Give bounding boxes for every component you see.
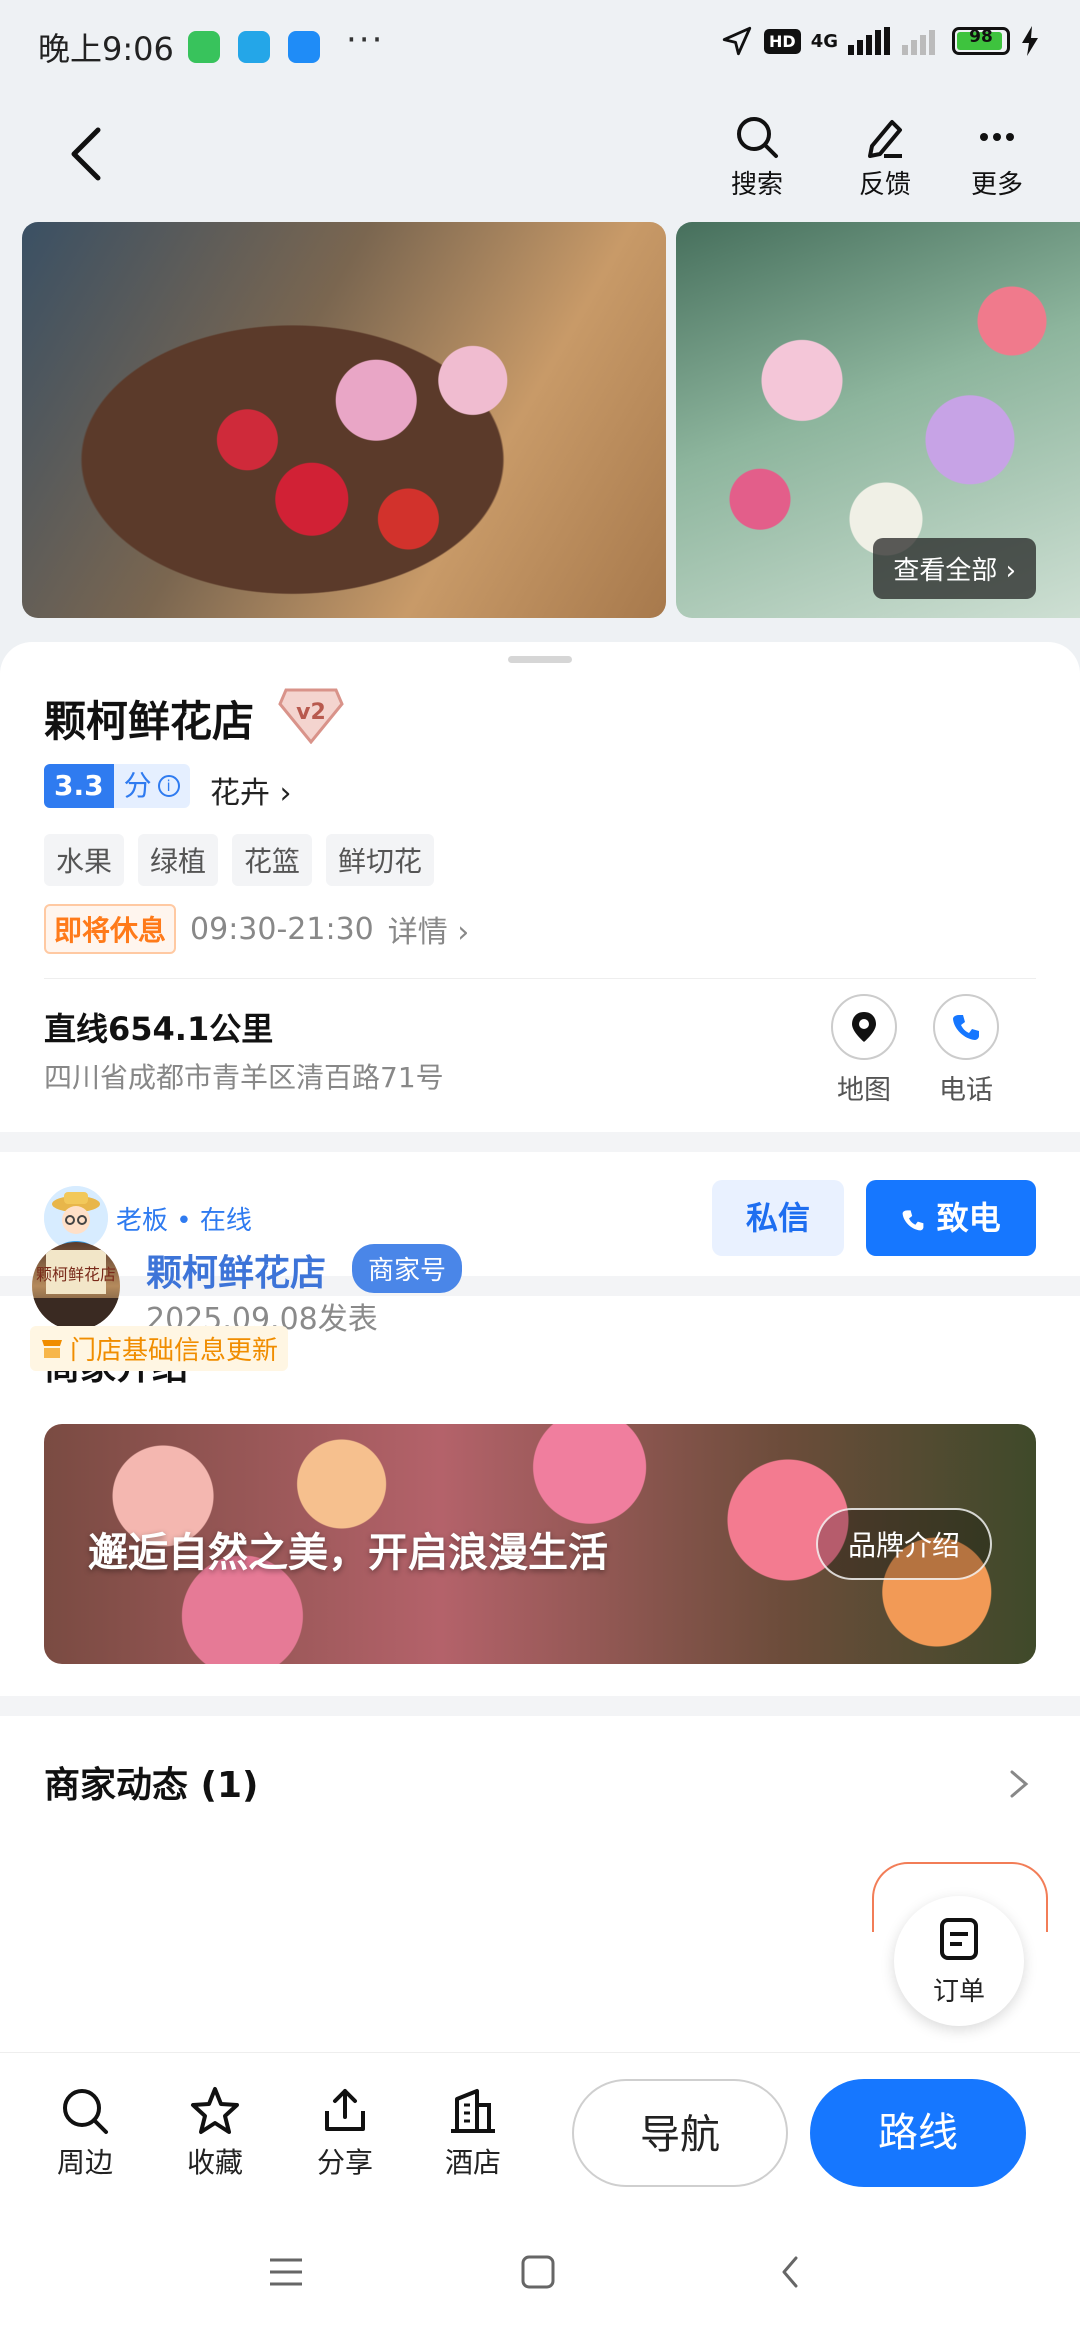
status-bar: 晚上9:06 ··· HD 4G 98 bbox=[0, 0, 1080, 100]
order-label: 订单 bbox=[932, 1977, 985, 2007]
banner-slogan: 邂逅自然之美，开启浪漫生活 bbox=[88, 1530, 608, 1576]
store-icon bbox=[42, 1339, 62, 1358]
hd-icon: HD bbox=[764, 28, 801, 54]
charging-icon bbox=[1022, 26, 1038, 56]
share-button[interactable]: 分享 bbox=[300, 2085, 390, 2181]
photo-gallery: 查看全部 › bbox=[0, 222, 1080, 620]
route-button[interactable]: 路线 bbox=[810, 2079, 1026, 2187]
navigate-button[interactable]: 导航 bbox=[572, 2079, 788, 2187]
brand-banner[interactable]: 邂逅自然之美，开启浪漫生活 品牌介绍 bbox=[44, 1424, 1036, 1664]
phone-button[interactable]: 电话 bbox=[916, 994, 1016, 1107]
section-gap bbox=[0, 1132, 1080, 1152]
phone-icon bbox=[903, 1210, 924, 1231]
more-label: 更多 bbox=[970, 170, 1023, 200]
favorite-button[interactable]: 收藏 bbox=[170, 2085, 260, 2181]
order-floating-button[interactable]: 订单 bbox=[894, 1896, 1024, 2026]
feedback-label: 反馈 bbox=[858, 170, 911, 200]
distance-text: 直线654.1公里 bbox=[44, 1010, 274, 1048]
post-author-name[interactable]: 颗柯鲜花店 bbox=[146, 1244, 326, 1296]
battery-icon: 98 bbox=[952, 27, 1010, 55]
hours-text: 09:30-21:30 bbox=[190, 911, 374, 947]
owner-avatar[interactable] bbox=[44, 1186, 108, 1250]
signal-icon bbox=[848, 27, 890, 55]
signal-weak-icon bbox=[902, 30, 935, 55]
view-all-photos-button[interactable]: 查看全部 › bbox=[873, 538, 1036, 599]
search-label: 搜索 bbox=[730, 170, 783, 200]
tag-basket: 花篮 bbox=[232, 834, 313, 886]
map-button[interactable]: 地图 bbox=[814, 994, 914, 1107]
rating-badge[interactable]: 3.3 分 i bbox=[44, 764, 190, 808]
back-button[interactable] bbox=[52, 118, 124, 190]
search-button[interactable]: 搜索 bbox=[712, 114, 802, 201]
merchant-account-badge: 商家号 bbox=[352, 1244, 463, 1293]
status-time: 晚上9:06 bbox=[38, 30, 174, 68]
search-icon bbox=[63, 2089, 108, 2134]
level-badge-text: v2 bbox=[296, 700, 326, 725]
status-right: HD 4G 98 bbox=[720, 24, 1040, 58]
private-message-button[interactable]: 私信 bbox=[712, 1180, 844, 1256]
home-icon[interactable] bbox=[520, 2254, 556, 2290]
call-label: 致电 bbox=[936, 1199, 1001, 1237]
edit-icon bbox=[868, 120, 902, 158]
avatar-sign-text: 颗柯鲜花店 bbox=[36, 1265, 116, 1284]
brand-intro-button[interactable]: 品牌介绍 bbox=[815, 1508, 992, 1580]
section-gap bbox=[0, 1696, 1080, 1716]
map-label: 地图 bbox=[837, 1075, 891, 1106]
more-dots-icon bbox=[980, 133, 1014, 141]
navigation-app-icon bbox=[238, 31, 270, 63]
post-author-avatar[interactable]: 颗柯鲜花店 bbox=[32, 1242, 120, 1330]
tag-list: 水果 绿植 花篮 鲜切花 bbox=[44, 834, 435, 886]
shop-name: 颗柯鲜花店 bbox=[44, 697, 255, 746]
tag-cut-flowers: 鲜切花 bbox=[326, 834, 435, 886]
tag-plants: 绿植 bbox=[138, 834, 219, 886]
business-hours[interactable]: 即将休息 09:30-21:30 详情 › bbox=[44, 904, 469, 954]
store-update-tag: 门店基础信息更新 bbox=[30, 1326, 289, 1371]
rating-score: 3.3 bbox=[44, 764, 114, 808]
chat-app-icon bbox=[288, 31, 320, 63]
address-text[interactable]: 四川省成都市青羊区清百路71号 bbox=[44, 1056, 444, 1096]
top-nav: 搜索 反馈 更多 bbox=[0, 100, 1080, 210]
location-arrow-icon bbox=[722, 26, 752, 56]
star-icon bbox=[191, 2087, 239, 2134]
hotel-button[interactable]: 酒店 bbox=[428, 2085, 518, 2181]
bottom-action-bar: 周边 收藏 分享 酒店 导航 路线 bbox=[0, 2052, 1080, 2213]
level-badge-icon: v2 bbox=[278, 686, 344, 745]
back-arrow-icon bbox=[71, 127, 101, 181]
share-icon bbox=[325, 2089, 365, 2131]
owner-online-status: 老板 • 在线 bbox=[116, 1206, 252, 1236]
network-type: 4G bbox=[810, 30, 838, 52]
divider bbox=[44, 978, 1036, 979]
hours-details-link[interactable]: 详情 › bbox=[388, 907, 470, 951]
battery-level: 98 bbox=[969, 27, 993, 47]
order-list-icon bbox=[940, 1918, 978, 1960]
phone-label: 电话 bbox=[939, 1075, 993, 1106]
rating-unit: 分 i bbox=[113, 764, 190, 808]
phone-icon bbox=[933, 994, 999, 1060]
closing-soon-badge: 即将休息 bbox=[44, 904, 177, 954]
call-button[interactable]: 致电 bbox=[866, 1180, 1036, 1256]
wechat-app-icon bbox=[188, 31, 220, 63]
flower-basket-photo[interactable] bbox=[22, 222, 666, 618]
menu-icon[interactable] bbox=[268, 2256, 304, 2288]
info-icon: i bbox=[157, 775, 180, 797]
posts-title: 商家动态 (1) bbox=[44, 1765, 259, 1806]
tag-fruit: 水果 bbox=[44, 834, 125, 886]
building-icon bbox=[451, 2089, 495, 2133]
drag-handle[interactable] bbox=[508, 656, 572, 663]
more-button[interactable]: 更多 bbox=[952, 114, 1042, 201]
search-icon bbox=[737, 117, 778, 158]
back-icon[interactable] bbox=[778, 2254, 802, 2290]
more-notifications-icon: ··· bbox=[346, 20, 385, 60]
nearby-button[interactable]: 周边 bbox=[40, 2085, 130, 2181]
category-link[interactable]: 花卉 › bbox=[210, 768, 292, 812]
feedback-button[interactable]: 反馈 bbox=[840, 114, 930, 201]
system-navigation-bar bbox=[0, 2212, 1080, 2340]
map-pin-icon bbox=[831, 994, 897, 1060]
chevron-right-icon[interactable] bbox=[1004, 1766, 1034, 1802]
